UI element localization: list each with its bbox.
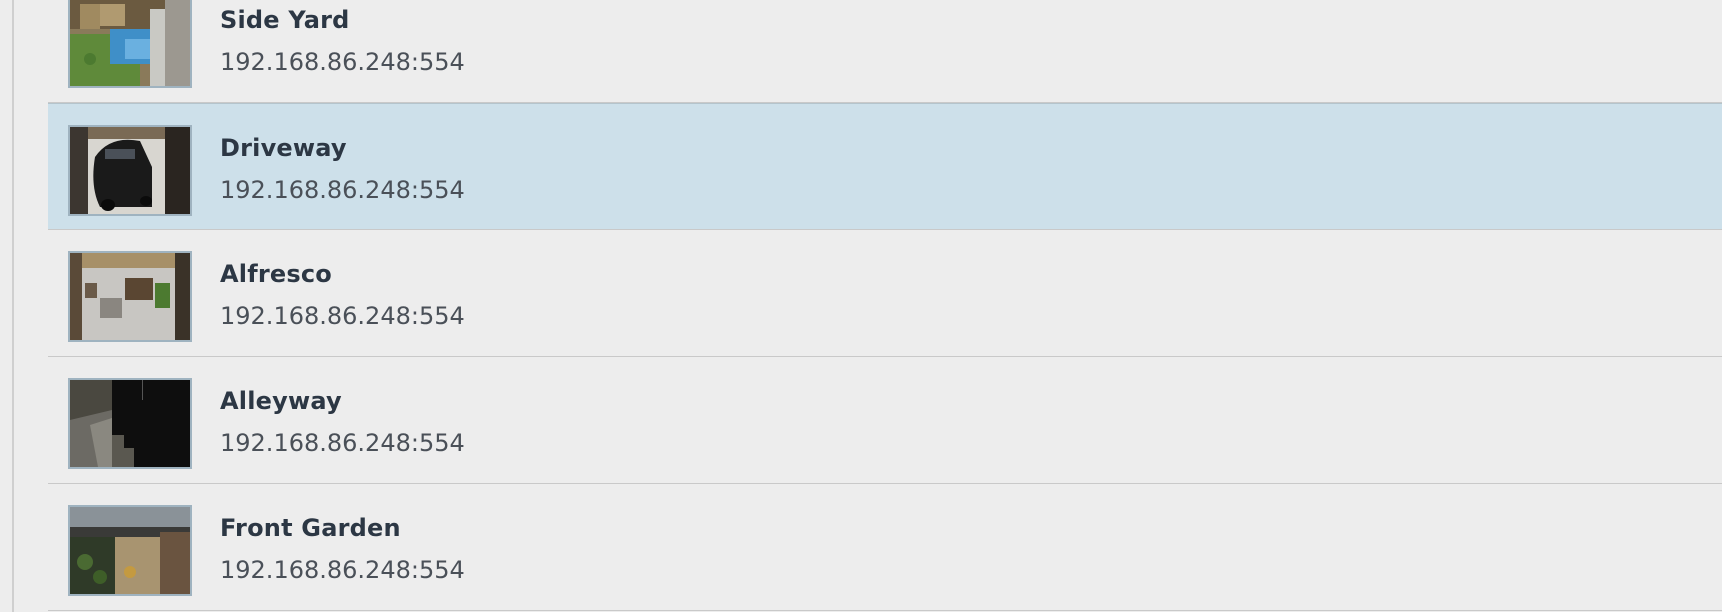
camera-address: 192.168.86.248:554	[220, 556, 465, 584]
camera-name: Driveway	[220, 134, 347, 162]
camera-name: Alfresco	[220, 260, 332, 288]
camera-name: Front Garden	[220, 514, 401, 542]
camera-address: 192.168.86.248:554	[220, 176, 465, 204]
camera-address: 192.168.86.248:554	[220, 48, 465, 76]
front-garden-thumbnail	[68, 505, 192, 596]
panel-divider	[12, 0, 14, 612]
camera-row-front-garden[interactable]: Front Garden 192.168.86.248:554	[48, 484, 1722, 611]
alleyway-thumbnail	[68, 378, 192, 469]
camera-list-window: Side Yard 192.168.86.248:554 Driveway 19…	[0, 0, 1722, 612]
camera-list: Side Yard 192.168.86.248:554 Driveway 19…	[48, 0, 1722, 611]
camera-row-alfresco[interactable]: Alfresco 192.168.86.248:554	[48, 230, 1722, 357]
camera-row-alleyway[interactable]: Alleyway 192.168.86.248:554	[48, 357, 1722, 484]
camera-name: Alleyway	[220, 387, 342, 415]
camera-row-side-yard[interactable]: Side Yard 192.168.86.248:554	[48, 0, 1722, 103]
side-yard-thumbnail	[68, 0, 192, 88]
camera-address: 192.168.86.248:554	[220, 429, 465, 457]
alfresco-thumbnail	[68, 251, 192, 342]
driveway-thumbnail	[68, 125, 192, 216]
camera-name: Side Yard	[220, 6, 350, 34]
camera-row-driveway[interactable]: Driveway 192.168.86.248:554	[48, 103, 1722, 230]
camera-address: 192.168.86.248:554	[220, 302, 465, 330]
